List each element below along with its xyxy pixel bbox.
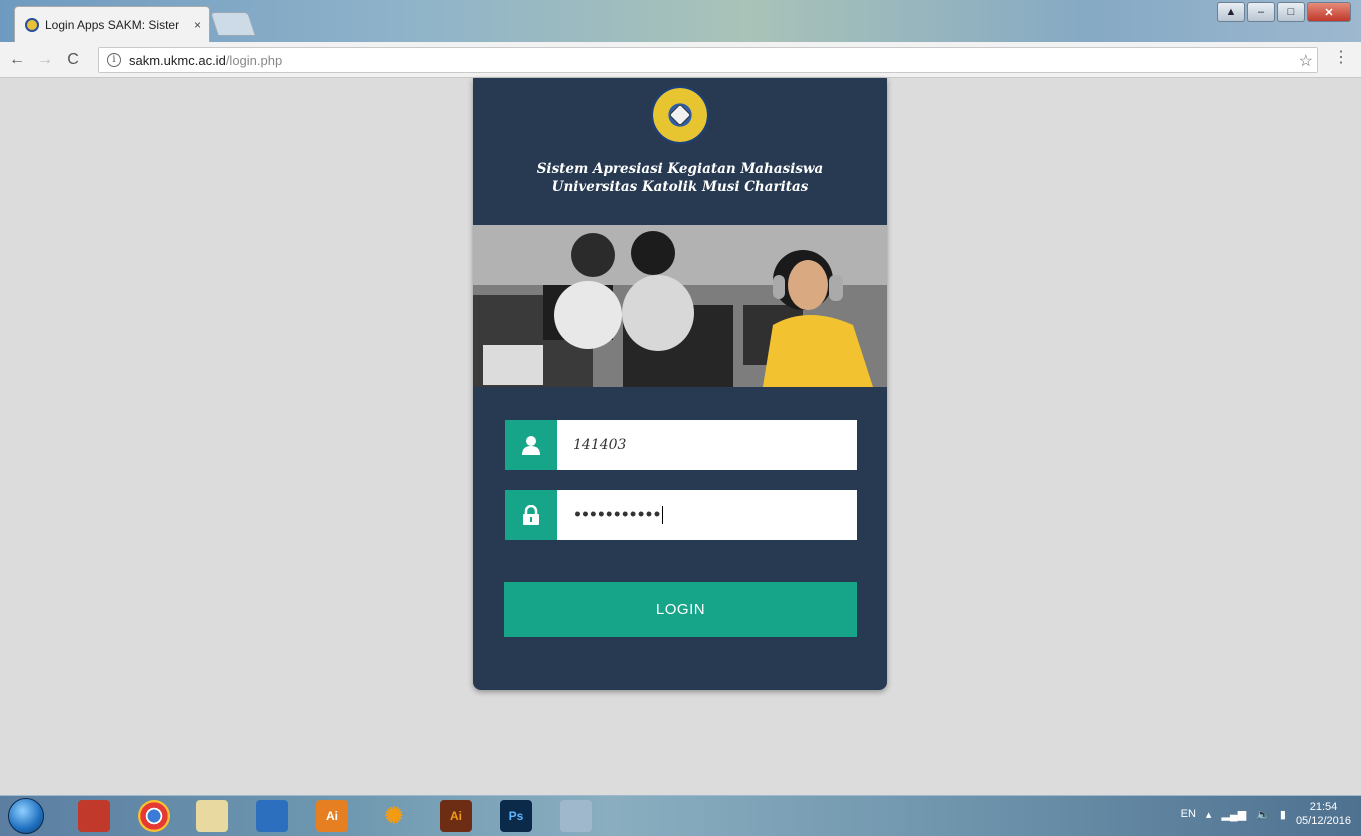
system-tray: EN ▴ ▂▄▆ 🔈 ▮ 21:54 05/12/2016 [1181,800,1351,828]
chrome-icon[interactable] [138,800,170,832]
photoshop-icon[interactable]: Ps [500,800,532,832]
media-player-icon[interactable] [256,800,288,832]
app-title-line1: Sistem Apresiasi Kegiatan Mahasiswa [536,161,824,177]
page-viewport: Sistem Apresiasi Kegiatan Mahasiswa Univ… [0,78,1361,795]
site-favicon-icon [25,17,39,32]
app-icon-1[interactable] [78,800,110,832]
username-value[interactable]: 141403 [557,437,626,453]
paint-icon[interactable] [560,800,592,832]
volume-icon[interactable]: 🔈 [1256,808,1270,821]
password-value[interactable]: ••••••••••• [557,506,664,524]
browser-tab[interactable]: Login Apps SAKM: Sister × [14,6,210,42]
text-caret [662,506,664,524]
app-title: Sistem Apresiasi Kegiatan Mahasiswa Univ… [473,160,887,196]
clock[interactable]: 21:54 05/12/2016 [1296,800,1351,828]
forward-arrow-icon[interactable]: → [34,51,56,69]
address-bar[interactable]: i sakm.ukmc.ac.id/login.php ☆ [98,47,1318,73]
reload-icon[interactable]: C [62,51,84,69]
tray-expand-icon[interactable]: ▴ [1206,808,1212,821]
url-host: sakm.ukmc.ac.id [129,52,226,68]
battery-icon[interactable]: ▮ [1280,808,1286,821]
bookmark-star-icon[interactable]: ☆ [1299,51,1313,71]
url-path: /login.php [225,52,283,68]
windows-taskbar: Ai ✺ Ai Ps EN ▴ ▂▄▆ 🔈 ▮ 21:54 05/12/2016 [0,795,1361,836]
app-title-line2: Universitas Katolik Musi Charitas [551,179,809,195]
minimize-icon[interactable]: – [1247,2,1275,22]
maximize-icon[interactable]: □ [1277,2,1305,22]
info-icon[interactable]: i [107,53,121,67]
network-signal-icon[interactable]: ▂▄▆ [1221,808,1246,821]
clock-date: 05/12/2016 [1295,815,1351,827]
browser-menu-icon[interactable]: ⋮ [1333,50,1349,66]
tab-close-icon[interactable]: × [194,18,201,32]
illustrator-icon[interactable]: Ai [316,800,348,832]
back-arrow-icon[interactable]: ← [6,51,28,69]
browser-titlebar: Login Apps SAKM: Sister × ▲ – □ ✕ [0,0,1361,42]
students-photo-illustration [473,225,887,387]
acrobat-icon[interactable]: Ai [440,800,472,832]
students-photo [473,225,887,387]
user-icon [505,420,557,470]
lock-icon [505,490,557,540]
logo-emblem-icon [668,103,692,127]
file-explorer-icon[interactable] [196,800,228,832]
clock-time: 21:54 [1309,801,1338,813]
blender-icon[interactable]: ✺ [378,800,410,832]
university-logo [651,86,709,144]
login-button[interactable]: LOGIN [504,582,857,637]
close-window-icon[interactable]: ✕ [1307,2,1351,22]
password-field[interactable]: ••••••••••• [505,490,857,540]
login-card: Sistem Apresiasi Kegiatan Mahasiswa Univ… [473,78,887,690]
language-indicator[interactable]: EN [1181,808,1196,820]
window-controls: ▲ – □ ✕ [1217,2,1351,22]
start-button-icon[interactable] [8,798,44,834]
window-extra-icon[interactable]: ▲ [1217,2,1245,22]
new-tab-button[interactable] [210,12,256,36]
username-field[interactable]: 141403 [505,420,857,470]
tab-title: Login Apps SAKM: Sister [45,17,180,32]
browser-toolbar: ← → C i sakm.ukmc.ac.id/login.php ☆ ⋮ [0,42,1361,78]
